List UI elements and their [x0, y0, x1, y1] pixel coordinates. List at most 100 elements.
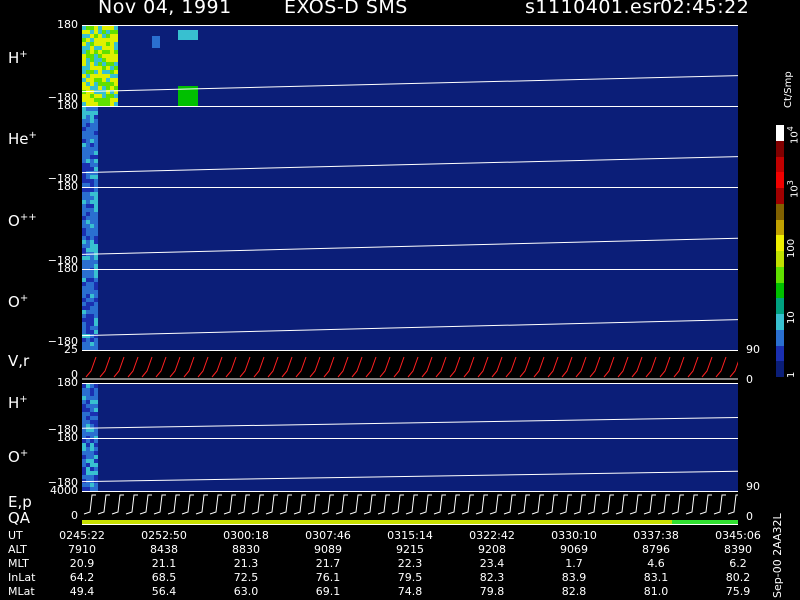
spectrogram-cell [82, 216, 86, 220]
spectrogram-cell [82, 192, 86, 196]
spectrogram-cell [86, 70, 90, 74]
spectrogram-cell [82, 310, 86, 314]
spectrogram-cell [82, 330, 86, 334]
spectrogram-cell [94, 216, 98, 220]
spectrogram-cell [82, 38, 86, 42]
spectrogram-cell [82, 326, 86, 330]
spectrogram-cell [86, 447, 90, 451]
spectrogram-cell [98, 42, 102, 46]
spectrogram-cell [82, 463, 86, 467]
spectrogram-cell [90, 290, 94, 294]
spectrogram-cell [94, 310, 98, 314]
spectrogram-cell [82, 248, 86, 252]
colorbar-segment [776, 141, 784, 157]
spectrogram-cell [90, 342, 94, 346]
spectrogram-cell [86, 483, 90, 487]
spectrogram-cell [90, 244, 94, 248]
time-cell: 79.5 [375, 571, 445, 584]
spectrogram-cell [86, 330, 90, 334]
spectrogram-cell [114, 54, 118, 58]
spectrogram-cell [94, 428, 98, 432]
trend-line [82, 157, 738, 173]
spectrogram-cell [82, 143, 86, 147]
spectrogram-cell [90, 282, 94, 286]
panel-plot-8 [82, 492, 738, 524]
time-cell: 0252:50 [129, 529, 199, 542]
spectrogram-cell [94, 34, 98, 38]
spectrogram-cell [94, 42, 98, 46]
spectrogram-cell [102, 82, 106, 86]
spectrogram-cell [90, 388, 94, 392]
spectrogram-cell [98, 78, 102, 82]
panel-label-5: V,r [8, 352, 29, 370]
spectrogram-cell [90, 416, 94, 420]
spectrogram-cell [82, 111, 86, 115]
spectrogram-cell [94, 90, 98, 94]
spectrogram-cell [82, 74, 86, 78]
spectrogram-cell [90, 236, 94, 240]
spectrogram-cell [82, 286, 86, 290]
spectrogram-cell [86, 26, 90, 30]
spectrogram-cell [90, 62, 94, 66]
spectrogram-cell [82, 475, 86, 479]
spectrogram-cell [90, 471, 94, 475]
panel-plot-4 [82, 270, 738, 350]
spectrogram-cell [86, 208, 90, 212]
spectrogram-cell [106, 66, 110, 70]
spectrogram-cell [110, 66, 114, 70]
spectrogram-cell [82, 479, 86, 483]
spectrogram-cell [94, 155, 98, 159]
panel-label-7: O+ [8, 448, 28, 466]
spectrogram-cell [94, 135, 98, 139]
spectrogram-cell [82, 151, 86, 155]
footer-id: Sep-00 2AA32L [771, 513, 784, 598]
date-title: Nov 04, 1991 [98, 0, 232, 18]
spectrogram-cell [94, 447, 98, 451]
spectrogram-cell [90, 167, 94, 171]
spectrogram-cell [82, 204, 86, 208]
spectrogram-cell [106, 30, 110, 34]
spectrogram-cell [82, 424, 86, 428]
spectrogram-cell [90, 171, 94, 175]
spectrogram-cell [106, 58, 110, 62]
spectrogram-cell [82, 443, 86, 447]
time-cell: 83.1 [621, 571, 691, 584]
time-cell: 8830 [211, 543, 281, 556]
spectrogram-cell [90, 306, 94, 310]
spectrogram-cell [82, 70, 86, 74]
spectrogram-cell [102, 50, 106, 54]
spectrogram-cell [98, 38, 102, 42]
spectrogram-cell [90, 228, 94, 232]
spectrogram-cell [94, 256, 98, 260]
spectrogram-cell [98, 58, 102, 62]
spectrogram-cell [90, 163, 94, 167]
spectrogram-cell [98, 66, 102, 70]
time-cell: 20.9 [47, 557, 117, 570]
spectrogram-cell [86, 302, 90, 306]
spectrogram-cell [86, 216, 90, 220]
spectrogram-cell [94, 131, 98, 135]
spectrogram-cell [110, 34, 114, 38]
spectrogram-cell [102, 54, 106, 58]
time-cell: 0345:06 [703, 529, 773, 542]
spectrogram-cell [82, 66, 86, 70]
spectrogram-cell [110, 78, 114, 82]
spectrogram-cell [94, 412, 98, 416]
spectrogram-cell [114, 82, 118, 86]
spectrogram-cell [90, 467, 94, 471]
spectrogram-cell [86, 163, 90, 167]
spectrogram-cell [94, 175, 98, 179]
qa-bar-green [672, 520, 738, 524]
spectrogram-cell [82, 54, 86, 58]
spectrogram-cell [106, 98, 110, 102]
spectrogram-cell [90, 408, 94, 412]
spectrogram-cell [82, 232, 86, 236]
spectrogram-cell [90, 131, 94, 135]
colorbar-segment [776, 283, 784, 299]
spectrogram-cell [86, 86, 90, 90]
spectrogram-cell [86, 294, 90, 298]
spectrogram-cell [86, 471, 90, 475]
spectrogram-cell [90, 443, 94, 447]
spectrogram-cell [102, 46, 106, 50]
time-cell: 22.3 [375, 557, 445, 570]
